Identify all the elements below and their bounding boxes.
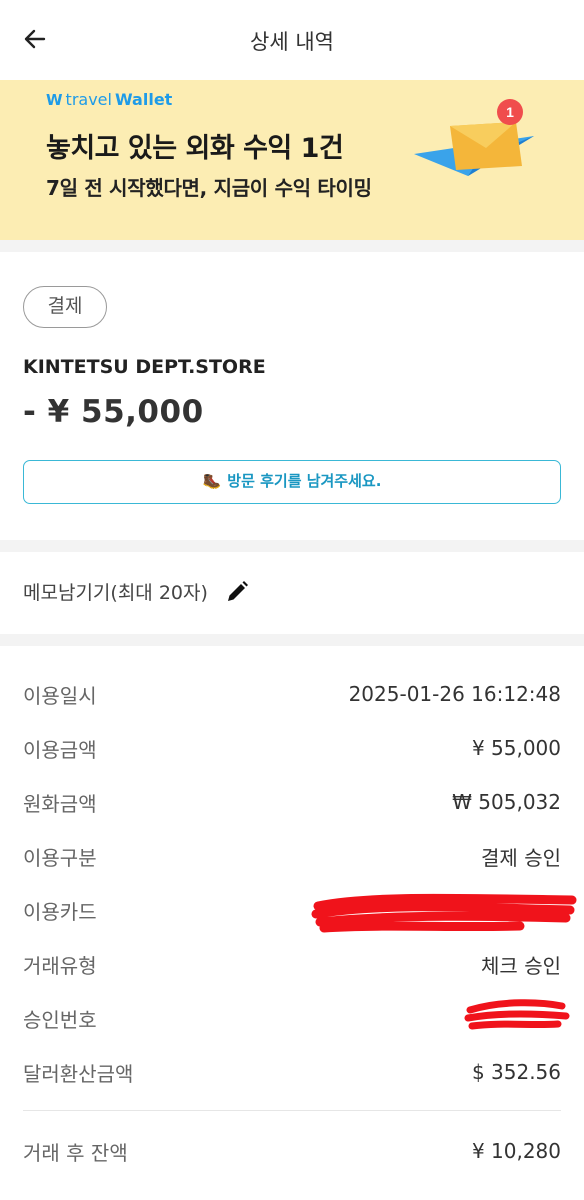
row-divider	[23, 1110, 561, 1111]
detail-row-balance: 거래 후 잔액 ¥ 10,280	[23, 1136, 561, 1166]
detail-value: ₩ 505,032	[452, 790, 561, 814]
detail-label: 이용구분	[23, 845, 97, 870]
detail-value: ¥ 55,000	[471, 736, 561, 760]
detail-row-krw-amount: 원화금액 ₩ 505,032	[23, 787, 561, 817]
promo-banner[interactable]: W travel Wallet 놓치고 있는 외화 수익 1건 7일 전 시작했…	[0, 80, 584, 240]
transaction-amount: - ¥ 55,000	[23, 394, 204, 430]
detail-label: 거래 후 잔액	[23, 1140, 128, 1165]
detail-row-usage-type: 이용구분 결제 승인	[23, 841, 561, 871]
detail-label: 이용금액	[23, 737, 97, 762]
detail-value: $ 352.56	[471, 1060, 561, 1084]
memo-label: 메모남기기(최대 20자)	[23, 582, 208, 604]
detail-label: 달러환산금액	[23, 1061, 134, 1086]
top-bar: 상세 내역	[0, 0, 584, 80]
write-review-button[interactable]: 🥾 방문 후기를 남겨주세요.	[23, 460, 561, 504]
paper-plane-envelope-icon: 1	[414, 99, 534, 176]
detail-value: 결제 승인	[481, 845, 561, 870]
brand-travel-text: travel	[65, 90, 112, 109]
brand-logo: W travel Wallet	[46, 90, 172, 109]
detail-value: 2025-01-26 16:12:48	[348, 682, 561, 706]
notification-badge: 1	[506, 104, 514, 120]
page-title: 상세 내역	[250, 30, 334, 54]
banner-subtitle: 7일 전 시작했다면, 지금이 수익 타이밍	[46, 176, 372, 200]
detail-value: ¥ 10,280	[471, 1139, 561, 1163]
detail-label: 거래유형	[23, 953, 97, 978]
transaction-type-chip: 결제	[23, 286, 107, 328]
brand-wallet-text: Wallet	[114, 90, 173, 109]
detail-label: 원화금액	[23, 791, 97, 816]
section-divider	[0, 634, 584, 646]
memo-button[interactable]: 메모남기기(최대 20자)	[23, 578, 250, 605]
detail-value: 체크 승인	[481, 953, 561, 978]
redaction-scribble	[311, 893, 577, 933]
pencil-icon	[227, 580, 248, 601]
review-button-label: 방문 후기를 남겨주세요.	[227, 472, 382, 490]
banner-title: 놓치고 있는 외화 수익 1건	[46, 133, 344, 164]
brand-w-mark: W	[46, 90, 63, 109]
detail-label: 승인번호	[23, 1007, 97, 1032]
redaction-scribble	[464, 999, 570, 1030]
boot-icon: 🥾	[202, 472, 222, 490]
detail-row-usd-amount: 달러환산금액 $ 352.56	[23, 1057, 561, 1087]
detail-row-date: 이용일시 2025-01-26 16:12:48	[23, 679, 561, 709]
section-divider	[0, 540, 584, 552]
merchant-name: KINTETSU DEPT.STORE	[23, 356, 266, 378]
section-divider	[0, 240, 584, 252]
detail-row-transaction-type: 거래유형 체크 승인	[23, 949, 561, 979]
detail-label: 이용카드	[23, 899, 97, 924]
detail-label: 이용일시	[23, 683, 97, 708]
detail-row-amount: 이용금액 ¥ 55,000	[23, 733, 561, 763]
